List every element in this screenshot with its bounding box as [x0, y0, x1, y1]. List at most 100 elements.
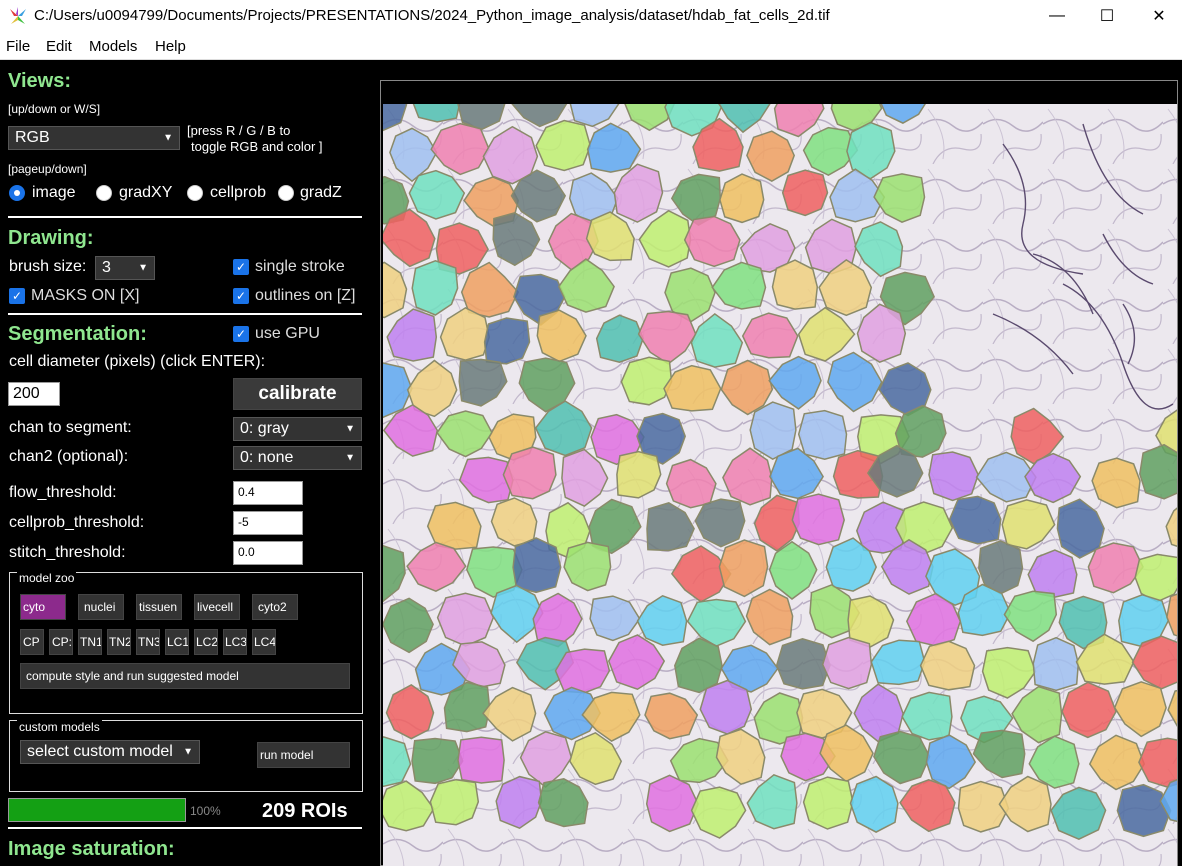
suggest-model-button[interactable]: compute style and run suggested model	[20, 663, 350, 689]
outlines-on-label: outlines on [Z]	[255, 287, 356, 304]
roi-count: 209 ROIs	[262, 800, 348, 822]
stitch-threshold-input[interactable]: 0.0	[233, 541, 303, 565]
outlines-on-checkbox[interactable]: ✓	[233, 288, 249, 304]
calibrate-button[interactable]: calibrate	[233, 378, 362, 410]
radio-image-label: image	[32, 184, 76, 201]
chan2-label: chan2 (optional):	[9, 448, 129, 465]
color-mode-select[interactable]: RGB ▼	[8, 126, 180, 150]
model-lc2-button[interactable]: LC2	[194, 629, 218, 655]
radio-image[interactable]	[9, 185, 25, 201]
chan2-select[interactable]: 0: none ▼	[233, 446, 362, 470]
cell-mask[interactable]	[483, 317, 531, 365]
masks-on-label: MASKS ON [X]	[31, 287, 140, 304]
model-cp-button[interactable]: CP	[20, 629, 44, 655]
chan-select[interactable]: 0: gray ▼	[233, 417, 362, 441]
cell-mask[interactable]	[771, 259, 819, 310]
masks-on-checkbox[interactable]: ✓	[9, 288, 25, 304]
model-lc4-button[interactable]: LC4	[252, 629, 276, 655]
cell-mask[interactable]	[781, 169, 829, 217]
close-button[interactable]: ✕	[1136, 0, 1182, 32]
flow-threshold-input[interactable]: 0.4	[233, 481, 303, 505]
model-cyto-button[interactable]: cyto	[20, 594, 66, 620]
cell-mask[interactable]	[620, 356, 673, 406]
radio-gradz[interactable]	[278, 185, 294, 201]
brush-size-value: 3	[102, 259, 111, 276]
stitch-threshold-label: stitch_threshold:	[9, 544, 126, 561]
model-nuclei-button[interactable]: nuclei	[78, 594, 124, 620]
segmentation-header: Segmentation:	[8, 323, 147, 345]
model-lc3-button[interactable]: LC3	[223, 629, 247, 655]
model-tissuen-button[interactable]: tissuen	[136, 594, 182, 620]
views-header: Views:	[8, 70, 71, 92]
model-zoo-title: model zoo	[17, 571, 77, 585]
cell-mask[interactable]	[948, 495, 1002, 545]
image-viewer[interactable]	[383, 104, 1177, 866]
cell-mask[interactable]	[502, 446, 557, 500]
menu-file[interactable]: File	[6, 38, 30, 55]
chan2-value: 0: none	[240, 449, 294, 466]
progress-bar	[8, 798, 186, 822]
cellprob-threshold-label: cellprob_threshold:	[9, 514, 145, 531]
custom-model-select[interactable]: select custom model ▼	[20, 740, 200, 764]
cell-mask[interactable]	[554, 648, 611, 694]
cell-mask[interactable]	[821, 636, 873, 690]
radio-gradxy[interactable]	[96, 185, 112, 201]
progress-percent: 100%	[190, 804, 221, 818]
model-tn3-button[interactable]: TN3	[136, 629, 160, 655]
cellpose-app-icon	[10, 7, 26, 24]
cell-mask[interactable]	[1032, 636, 1080, 692]
views-hint-pageupdown: [pageup/down]	[8, 162, 87, 176]
progress-fill	[9, 799, 185, 821]
cell-mask[interactable]	[1139, 443, 1177, 500]
diameter-input[interactable]: 200	[8, 382, 60, 406]
cell-mask[interactable]	[797, 409, 848, 460]
cell-mask[interactable]	[775, 638, 831, 690]
single-stroke-label: single stroke	[255, 258, 345, 275]
divider	[8, 313, 362, 315]
model-livecell-button[interactable]: livecell	[194, 594, 240, 620]
brush-size-select[interactable]: 3 ▼	[95, 256, 155, 280]
chevron-down-icon: ▼	[138, 262, 148, 274]
cell-mask[interactable]	[436, 592, 495, 647]
cell-mask[interactable]	[791, 493, 845, 546]
custom-models-title: custom models	[17, 720, 102, 734]
rgb-hint-line1: [press R / G / B to	[187, 123, 291, 138]
chan-value: 0: gray	[240, 420, 289, 437]
maximize-button[interactable]: ☐	[1084, 0, 1130, 32]
menu-models[interactable]: Models	[89, 38, 137, 55]
model-lc1-button[interactable]: LC1	[165, 629, 189, 655]
single-stroke-checkbox[interactable]: ✓	[233, 259, 249, 275]
views-hint-updown: [up/down or W/S]	[8, 102, 101, 116]
divider	[8, 827, 362, 829]
model-cyto2-button[interactable]: cyto2	[252, 594, 298, 620]
chevron-down-icon: ▼	[163, 132, 173, 144]
use-gpu-checkbox[interactable]: ✓	[233, 326, 249, 342]
model-cpx-button[interactable]: CP:	[49, 629, 73, 655]
minimize-button[interactable]: —	[1034, 0, 1080, 32]
cell-mask[interactable]	[429, 778, 480, 826]
chevron-down-icon: ▼	[345, 452, 355, 464]
cell-mask[interactable]	[919, 640, 976, 691]
brush-size-label: brush size:	[9, 258, 87, 275]
model-tn2-button[interactable]: TN2	[107, 629, 131, 655]
cell-mask[interactable]	[928, 451, 980, 502]
menu-help[interactable]: Help	[155, 38, 186, 55]
cell-mask[interactable]	[718, 539, 769, 598]
chan-label: chan to segment:	[9, 419, 132, 436]
run-model-button[interactable]: run model	[257, 742, 350, 768]
cell-mask[interactable]	[512, 537, 562, 594]
drawing-header: Drawing:	[8, 227, 94, 249]
cell-mask[interactable]	[699, 679, 753, 735]
rgb-hint-line2: toggle RGB and color ]	[191, 139, 323, 154]
cell-mask[interactable]	[457, 736, 505, 784]
radio-cellprob-label: cellprob	[210, 184, 267, 201]
radio-cellprob[interactable]	[187, 185, 203, 201]
menu-edit[interactable]: Edit	[46, 38, 72, 55]
segmentation-image	[383, 104, 1177, 866]
control-panel: Views: [up/down or W/S] RGB ▼ [press R /…	[0, 60, 372, 866]
cell-mask[interactable]	[802, 776, 854, 830]
color-mode-value: RGB	[15, 129, 50, 146]
model-tn1-button[interactable]: TN1	[78, 629, 102, 655]
cellprob-threshold-input[interactable]: -5	[233, 511, 303, 535]
chevron-down-icon: ▼	[183, 746, 193, 758]
